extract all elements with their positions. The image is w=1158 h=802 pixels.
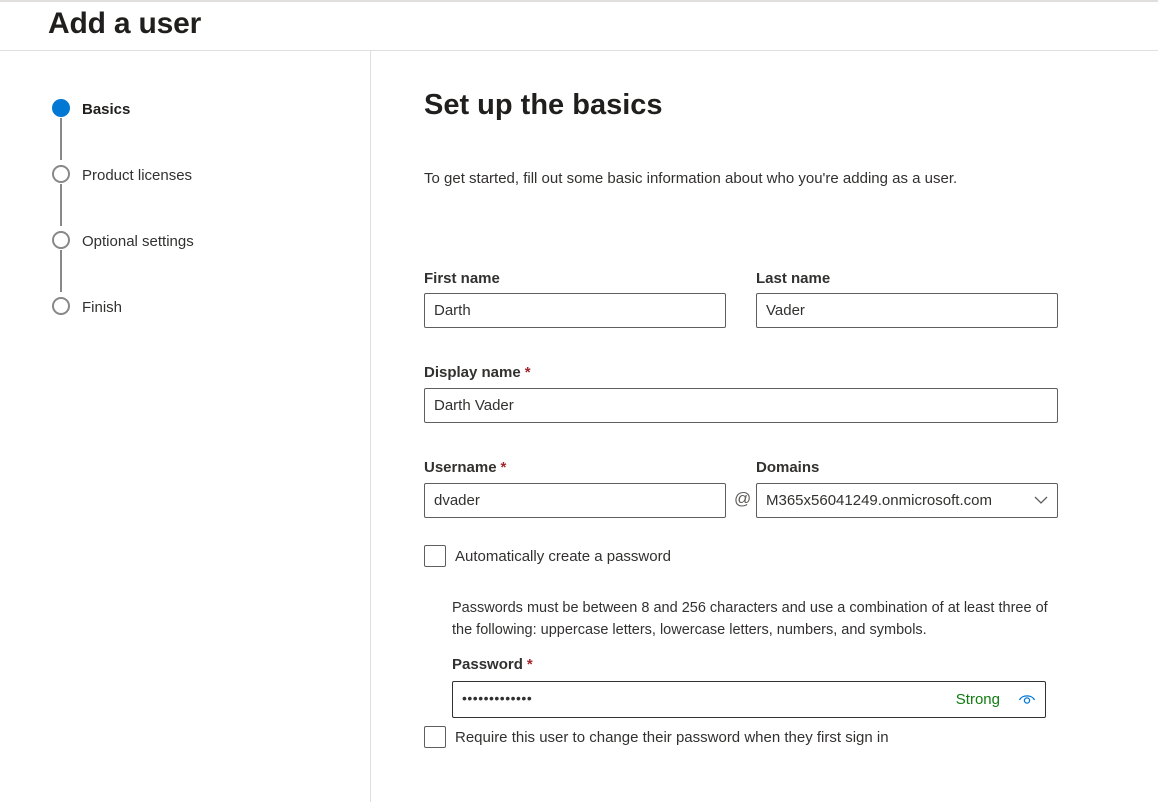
- domains-label: Domains: [756, 459, 819, 476]
- at-symbol: @: [734, 489, 752, 508]
- required-marker: *: [526, 656, 533, 673]
- domains-label-text: Domains: [756, 459, 820, 476]
- display-name-field[interactable]: Darth Vader: [424, 388, 1058, 423]
- step-label-basics[interactable]: Basics: [82, 101, 130, 118]
- step-indicator-icon: [52, 297, 70, 315]
- password-label-text: Password: [452, 656, 523, 673]
- domains-dropdown[interactable]: M365x56041249.onmicrosoft.com: [756, 483, 1058, 518]
- step-connector: [60, 250, 62, 292]
- auto-password-checkbox[interactable]: [424, 545, 446, 567]
- password-requirements-text: Passwords must be between 8 and 256 char…: [452, 600, 1048, 638]
- domains-selected-value: M365x56041249.onmicrosoft.com: [766, 492, 992, 509]
- first-name-field[interactable]: Darth: [424, 293, 726, 328]
- step-connector: [60, 184, 62, 226]
- chevron-down-icon: [1034, 496, 1048, 504]
- display-name-label-text: Display name: [424, 364, 521, 381]
- first-name-label-text: First name: [424, 270, 500, 287]
- step-label-optional-settings[interactable]: Optional settings: [82, 233, 194, 250]
- section-title: Set up the basics: [424, 89, 663, 121]
- step-indicator-icon: [52, 231, 70, 249]
- step-active-indicator-icon: [52, 99, 70, 117]
- show-password-eye-icon[interactable]: [1018, 691, 1036, 707]
- step-label-finish[interactable]: Finish: [82, 299, 122, 316]
- password-strength-indicator: Strong: [955, 691, 1000, 708]
- step-connector: [60, 118, 62, 160]
- required-marker: *: [500, 459, 507, 476]
- username-label-text: Username: [424, 459, 497, 476]
- last-name-label: Last name: [756, 270, 830, 287]
- step-indicator-icon: [52, 165, 70, 183]
- last-name-label-text: Last name: [756, 270, 831, 287]
- auto-password-label[interactable]: Automatically create a password: [455, 548, 671, 565]
- page-title: Add a user: [48, 7, 202, 40]
- password-label: Password *: [452, 656, 533, 673]
- require-password-change-checkbox[interactable]: [424, 726, 446, 748]
- username-label: Username *: [424, 459, 506, 476]
- step-label-product-licenses[interactable]: Product licenses: [82, 167, 192, 184]
- intro-text: To get started, fill out some basic info…: [424, 170, 958, 187]
- password-field[interactable]: ••••••••••••• Strong: [452, 681, 1046, 718]
- required-marker: *: [524, 364, 531, 381]
- password-masked-value: •••••••••••••: [462, 690, 533, 706]
- username-field[interactable]: dvader: [424, 483, 726, 518]
- display-name-label: Display name *: [424, 364, 531, 381]
- require-password-change-label[interactable]: Require this user to change their passwo…: [455, 729, 889, 746]
- first-name-label: First name: [424, 270, 500, 287]
- page-header: Add a user: [0, 2, 1158, 51]
- panel-divider: [370, 51, 371, 802]
- last-name-field[interactable]: Vader: [756, 293, 1058, 328]
